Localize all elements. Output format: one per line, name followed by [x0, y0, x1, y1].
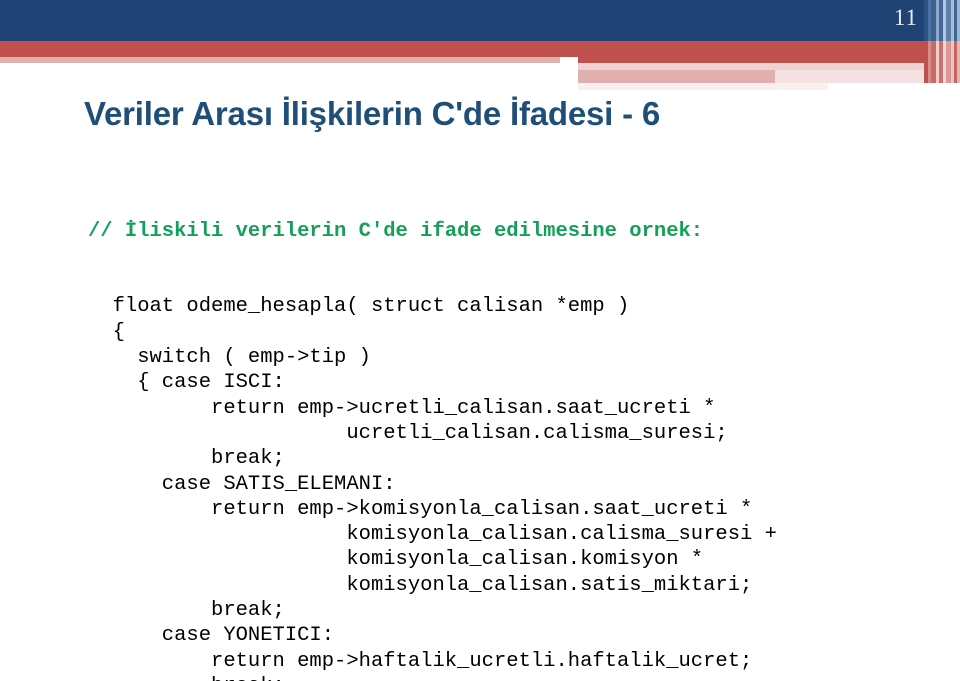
code-comment-header: // İliskili verilerin C'de ifade edilmes…	[88, 219, 704, 243]
header-pink-wide-band	[578, 70, 775, 83]
code-line: komisyonla_calisan.calisma_suresi +	[88, 523, 777, 547]
header-decoration: 11	[0, 0, 960, 90]
header-red-right-band	[578, 41, 960, 63]
code-line: { case ISCI:	[88, 371, 285, 395]
code-line: case SATIS_ELEMANI:	[88, 472, 396, 496]
slide: 11 Veriler Arası İlişkilerin C'de İfades…	[0, 0, 960, 681]
code-line: break;	[88, 674, 777, 681]
code-line: return emp->haftalik_ucretli.haftalik_uc…	[88, 649, 753, 673]
code-line: break;	[88, 599, 285, 623]
code-line: {	[88, 320, 125, 344]
code-line: switch ( emp->tip )	[88, 346, 371, 370]
code-lines: float odeme_hesapla( struct calisan *emp…	[88, 294, 777, 681]
header-pink-mid-band	[578, 63, 960, 70]
header-stripes	[924, 0, 960, 90]
code-line: float odeme_hesapla( struct calisan *emp…	[88, 295, 630, 319]
code-line: case YONETICI:	[88, 624, 335, 648]
code-line: komisyonla_calisan.komisyon *	[88, 548, 704, 572]
code-line: ucretli_calisan.calisma_suresi;	[88, 421, 728, 445]
page-number: 11	[893, 5, 918, 30]
page-title: Veriler Arası İlişkilerin C'de İfadesi -…	[84, 95, 660, 132]
code-block: // İliskili verilerin C'de ifade edilmes…	[88, 168, 777, 681]
header-blue-band	[0, 0, 960, 41]
header-pink-faint-band	[578, 83, 828, 90]
code-line: return emp->ucretli_calisan.saat_ucreti …	[88, 396, 716, 420]
code-line: return emp->komisyonla_calisan.saat_ucre…	[88, 497, 753, 521]
code-line: komisyonla_calisan.satis_miktari;	[88, 573, 753, 597]
code-line: break;	[88, 447, 285, 471]
header-white-notch	[560, 57, 578, 90]
